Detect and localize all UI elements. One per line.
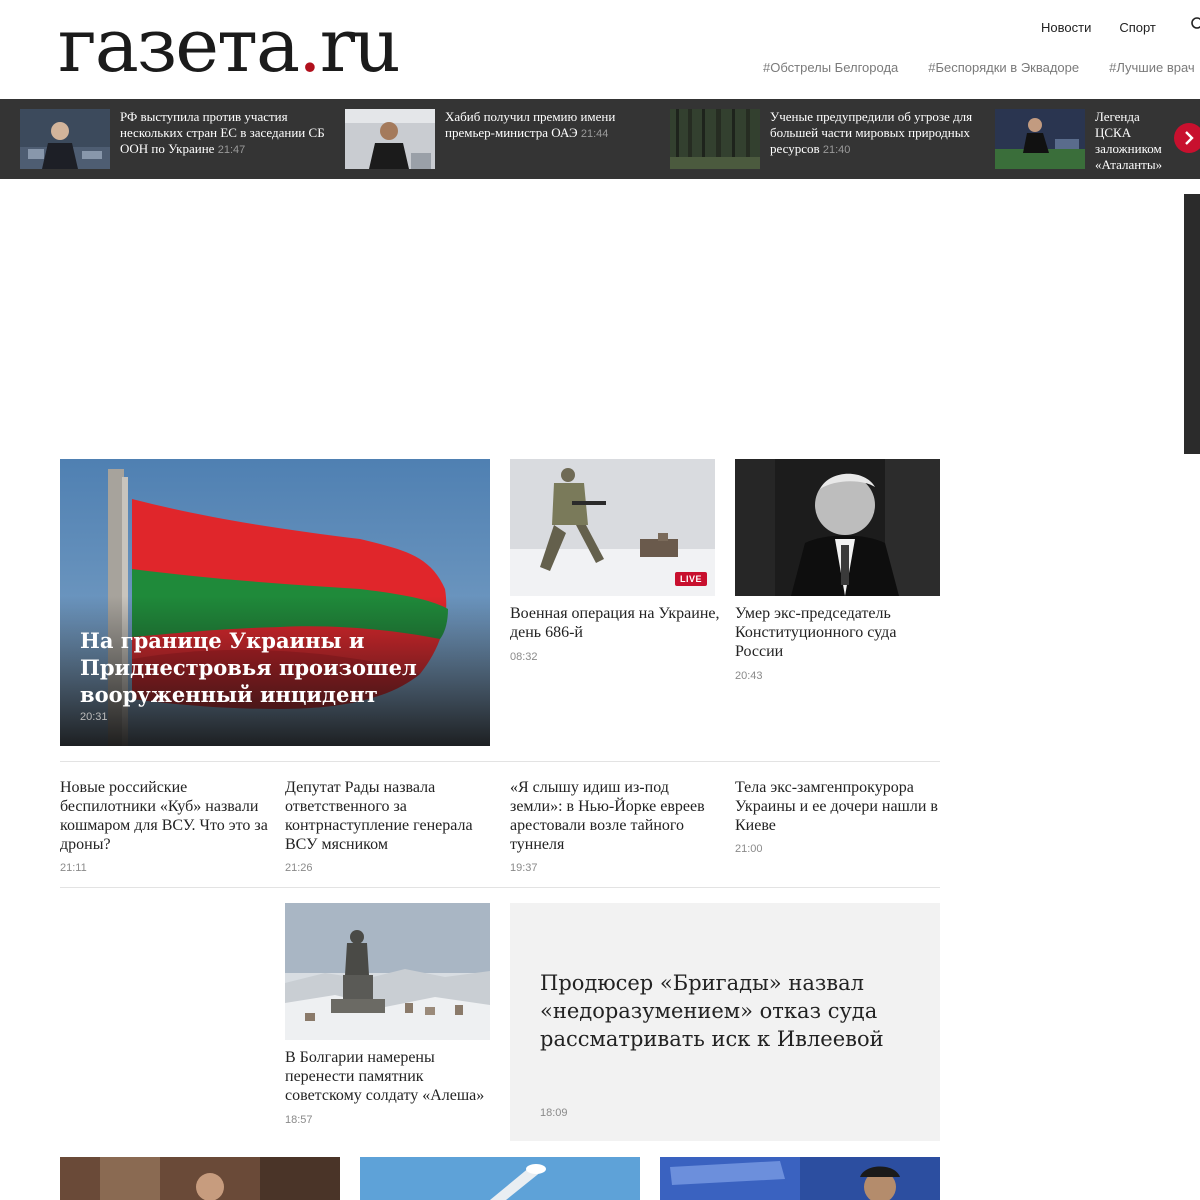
tag-link[interactable]: #Лучшие врач <box>1109 60 1195 75</box>
ticker-headline: Ученые предупредили об угрозе для больше… <box>770 109 988 169</box>
ticker-time: 21:40 <box>822 144 851 156</box>
text-news-title[interactable]: Тела экс-замгенпрокурора Украины и ее до… <box>735 778 947 835</box>
site-header: газета.ru Новости Спорт #Обстрелы Белгор… <box>0 0 1200 99</box>
featured-time: 20:31 <box>80 711 108 723</box>
text-news-title[interactable]: Новые российские беспилотники «Куб» назв… <box>60 778 272 854</box>
side-banner <box>1184 194 1200 454</box>
bottom-news-image[interactable] <box>60 1157 340 1200</box>
logo-tld: ru <box>319 3 401 89</box>
search-icon[interactable] <box>1190 16 1200 32</box>
card-image <box>360 1157 640 1200</box>
text-news-item[interactable]: «Я слышу идиш из-под земли»: в Нью-Йорке… <box>510 778 722 874</box>
live-badge: LIVE <box>675 572 708 586</box>
ticker-title: Ученые предупредили об угрозе для больше… <box>770 109 973 156</box>
ticker-thumbnail <box>345 109 435 169</box>
bottom-news-image[interactable] <box>360 1157 640 1200</box>
nav-news-link[interactable]: Новости <box>1041 20 1091 35</box>
section-divider <box>60 761 940 762</box>
ticker-item[interactable]: Легенда ЦСКА заложником «Аталанты» <box>995 109 1175 169</box>
card-image <box>735 459 940 596</box>
logo-text: газета <box>58 3 300 89</box>
featured-article[interactable]: На границе Украины и Приднестровья произ… <box>60 459 490 746</box>
ticker-thumbnail <box>20 109 110 169</box>
logo-dot: . <box>298 3 321 89</box>
text-news-time: 21:00 <box>735 843 763 855</box>
news-ticker: РФ выступила против участия нескольких с… <box>0 99 1200 179</box>
news-card[interactable]: В Болгарии намерены перенести памятник с… <box>285 903 495 1126</box>
ticker-title: Легенда ЦСКА заложником «Аталанты» <box>1095 109 1163 169</box>
text-news-item[interactable]: Депутат Рады назвала ответственного за к… <box>285 778 497 874</box>
ticker-thumbnail <box>995 109 1085 169</box>
text-news-item[interactable]: Новые российские беспилотники «Куб» назв… <box>60 778 272 874</box>
card-title[interactable]: Военная операция на Украине, день 686-й <box>510 604 720 642</box>
ticker-thumbnail <box>670 109 760 169</box>
highlight-article[interactable]: Продюсер «Бригады» назвал «недоразумение… <box>510 903 940 1141</box>
card-title[interactable]: В Болгарии намерены перенести памятник с… <box>285 1048 495 1105</box>
tag-link[interactable]: #Беспорядки в Эквадоре <box>928 60 1079 75</box>
card-image <box>285 903 490 1040</box>
bottom-news-image[interactable] <box>660 1157 940 1200</box>
text-news-time: 21:11 <box>60 862 87 874</box>
chevron-right-icon <box>1185 131 1194 145</box>
trending-tags: #Обстрелы Белгорода #Беспорядки в Эквадо… <box>763 60 1195 75</box>
card-image <box>660 1157 940 1200</box>
ticker-next-button[interactable] <box>1174 123 1200 153</box>
ticker-headline: РФ выступила против участия нескольких с… <box>120 109 338 169</box>
card-time: 20:43 <box>735 670 763 682</box>
section-divider <box>60 887 940 888</box>
text-news-title[interactable]: «Я слышу идиш из-под земли»: в Нью-Йорке… <box>510 778 722 854</box>
ticker-time: 21:47 <box>217 144 246 156</box>
text-news-item[interactable]: Тела экс-замгенпрокурора Украины и ее до… <box>735 778 947 855</box>
ticker-item[interactable]: Хабиб получил премию имени премьер-минис… <box>345 109 663 169</box>
site-logo[interactable]: газета.ru <box>58 2 401 90</box>
text-news-title[interactable]: Депутат Рады назвала ответственного за к… <box>285 778 497 854</box>
card-time: 18:57 <box>285 1114 313 1126</box>
ticker-item[interactable]: Ученые предупредили об угрозе для больше… <box>670 109 988 169</box>
tag-link[interactable]: #Обстрелы Белгорода <box>763 60 898 75</box>
featured-title[interactable]: На границе Украины и Приднестровья произ… <box>80 627 470 708</box>
nav-sport-link[interactable]: Спорт <box>1119 20 1156 35</box>
card-image <box>60 1157 340 1200</box>
ticker-time: 21:44 <box>580 128 609 140</box>
news-card[interactable]: LIVE Военная операция на Украине, день 6… <box>510 459 720 663</box>
highlight-time: 18:09 <box>540 1107 568 1119</box>
card-title[interactable]: Умер экс-председатель Конституционного с… <box>735 604 945 661</box>
ticker-item[interactable]: РФ выступила против участия нескольких с… <box>20 109 338 169</box>
highlight-title[interactable]: Продюсер «Бригады» назвал «недоразумение… <box>540 969 900 1053</box>
ticker-headline: Хабиб получил премию имени премьер-минис… <box>445 109 663 169</box>
ad-placeholder <box>0 179 1200 449</box>
card-time: 08:32 <box>510 651 538 663</box>
text-news-time: 19:37 <box>510 862 538 874</box>
main-nav: Новости Спорт <box>1041 20 1156 35</box>
news-card[interactable]: Умер экс-председатель Конституционного с… <box>735 459 945 682</box>
ticker-headline: Легенда ЦСКА заложником «Аталанты» <box>1095 109 1175 169</box>
text-news-time: 21:26 <box>285 862 313 874</box>
